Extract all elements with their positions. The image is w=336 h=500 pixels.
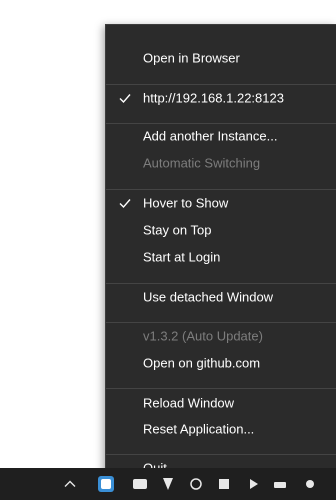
menu-item-label: Stay on Top [143, 222, 212, 238]
tray-context-menu: Open in Browser http://192.168.1.22:8123… [105, 24, 336, 482]
desktop: Open in Browser http://192.168.1.22:8123… [0, 0, 336, 500]
menu-item-instance-url[interactable]: http://192.168.1.22:8123 [106, 85, 336, 111]
tray-icon[interactable] [270, 474, 290, 494]
menu-item-open-in-browser[interactable]: Open in Browser [106, 45, 336, 71]
menu-item-label: Automatic Switching [143, 155, 261, 171]
app-tray-icon[interactable] [96, 474, 116, 494]
menu-item-hover-to-show[interactable]: Hover to Show [106, 190, 336, 216]
menu-item-add-instance[interactable]: Add another Instance... [106, 123, 336, 149]
checkmark-icon [119, 94, 131, 104]
menu-item-label: v1.3.2 (Auto Update) [143, 328, 263, 344]
menu-item-label: http://192.168.1.22:8123 [143, 90, 284, 106]
menu-item-stay-on-top[interactable]: Stay on Top [106, 217, 336, 243]
taskbar [0, 468, 336, 500]
menu-item-label: Reload Window [143, 395, 235, 411]
menu-item-reload-window[interactable]: Reload Window [106, 390, 336, 416]
menu-item-automatic-switching: Automatic Switching [106, 150, 336, 176]
menu-item-start-at-login[interactable]: Start at Login [106, 244, 336, 270]
menu-item-reset-application[interactable]: Reset Application... [106, 416, 336, 442]
tray-icon[interactable] [244, 474, 264, 494]
menu-item-version: v1.3.2 (Auto Update) [106, 323, 336, 349]
tray-icon[interactable] [186, 474, 206, 494]
menu-item-label: Reset Application... [143, 421, 255, 437]
menu-item-open-on-github[interactable]: Open on github.com [106, 350, 336, 376]
menu-separator [106, 388, 336, 389]
tray-icon[interactable] [130, 474, 150, 494]
menu-item-label: Use detached Window [143, 289, 274, 305]
chevron-up-icon[interactable] [60, 474, 80, 494]
menu-item-label: Open on github.com [143, 355, 261, 371]
menu-item-label: Start at Login [143, 249, 221, 265]
tray-icon[interactable] [214, 474, 234, 494]
menu-item-label: Hover to Show [143, 195, 229, 211]
menu-item-use-detached-window[interactable]: Use detached Window [106, 284, 336, 310]
tray-icon[interactable] [158, 474, 178, 494]
checkmark-icon [119, 199, 131, 209]
menu-item-label: Add another Instance... [143, 128, 278, 144]
menu-item-label: Open in Browser [143, 50, 240, 66]
tray-icon[interactable] [300, 474, 320, 494]
